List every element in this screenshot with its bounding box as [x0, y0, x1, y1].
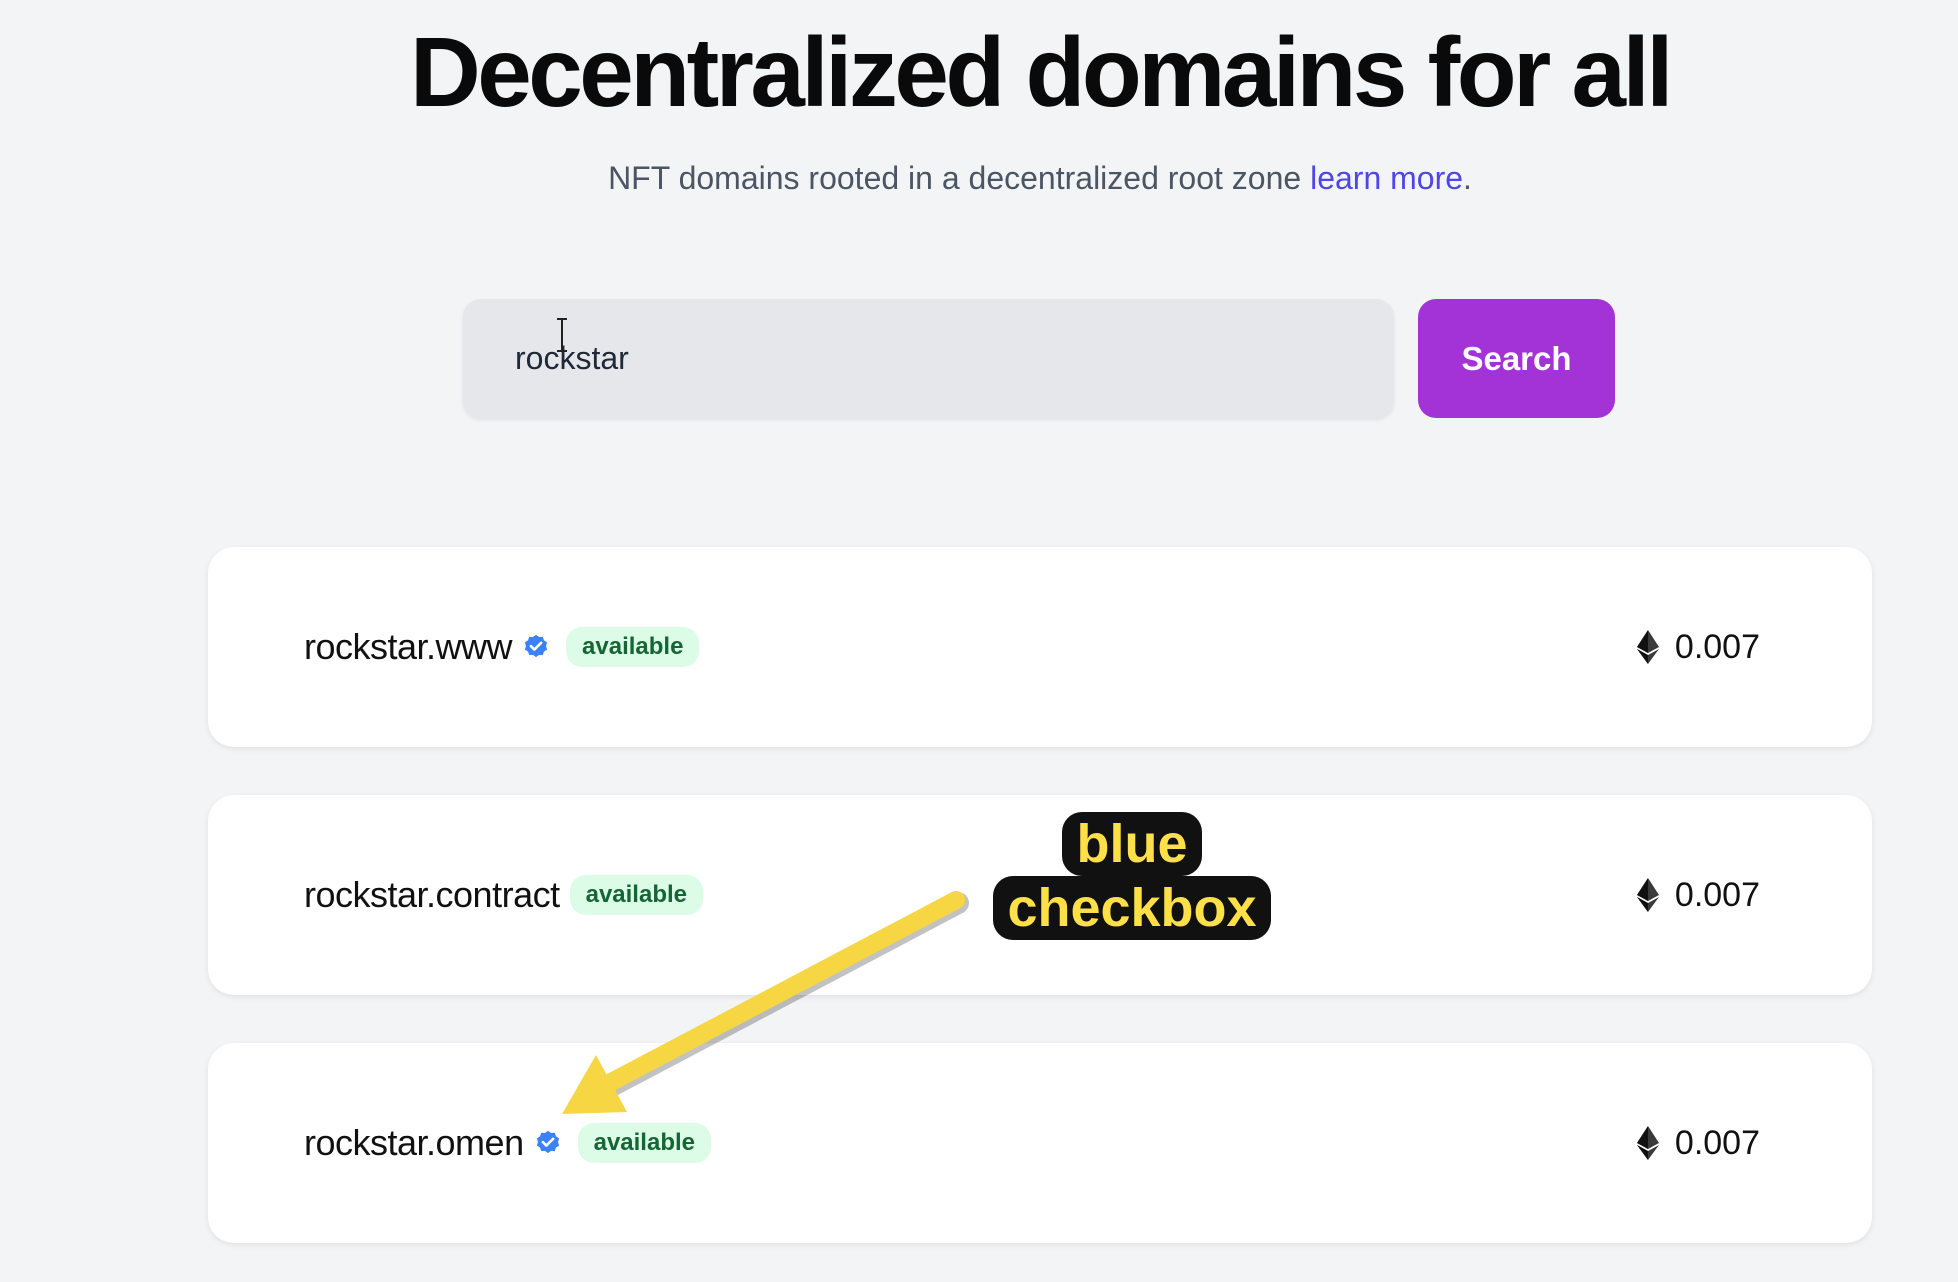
domain-name: rockstar.contract — [304, 874, 560, 915]
result-card-rockstar-www[interactable]: rockstar.www available 0.007 — [208, 547, 1872, 747]
status-badge: available — [569, 875, 703, 915]
annotation-line-1: blue — [1062, 812, 1202, 876]
domain-name: rockstar.omen — [304, 1122, 524, 1163]
domain-row: rockstar.omen available — [304, 1043, 711, 1243]
annotation-line-2: checkbox — [993, 876, 1271, 940]
annotation-label: blue checkbox — [972, 812, 1292, 940]
search-button[interactable]: Search — [1418, 299, 1615, 418]
learn-more-link[interactable]: learn more — [1310, 160, 1463, 196]
ethereum-icon — [1636, 630, 1659, 664]
page: Decentralized domains for all NFT domain… — [0, 0, 1958, 1282]
ethereum-icon — [1636, 1126, 1659, 1160]
price: 0.007 — [1636, 547, 1760, 747]
text-cursor-icon — [557, 318, 567, 352]
domain-row: rockstar.www available — [304, 547, 700, 747]
price: 0.007 — [1636, 795, 1760, 995]
price: 0.007 — [1636, 1043, 1760, 1243]
search-input[interactable] — [463, 299, 1394, 418]
domain-row: rockstar.contract available — [304, 795, 703, 995]
status-badge: available — [577, 1123, 711, 1163]
subtitle-period: . — [1463, 160, 1472, 196]
page-title: Decentralized domains for all — [410, 17, 1673, 127]
ethereum-icon — [1636, 878, 1659, 912]
verified-badge-icon — [536, 1130, 559, 1154]
status-badge: available — [566, 627, 700, 667]
price-value: 0.007 — [1674, 627, 1760, 666]
result-card-rockstar-omen[interactable]: rockstar.omen available 0.007 — [208, 1043, 1872, 1243]
price-value: 0.007 — [1674, 1123, 1760, 1162]
page-subtitle: NFT domains rooted in a decentralized ro… — [0, 154, 1958, 202]
domain-name: rockstar.www — [304, 626, 513, 667]
subtitle-text: NFT domains rooted in a decentralized ro… — [608, 160, 1311, 196]
verified-badge-icon — [524, 634, 548, 658]
price-value: 0.007 — [1674, 875, 1760, 914]
